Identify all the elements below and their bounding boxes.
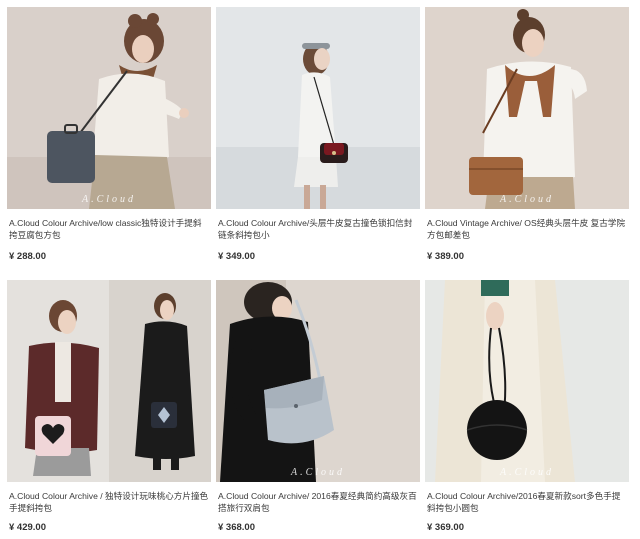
product-card[interactable]: A.Cloud A.Cloud Colour Archive/ 2016春夏经典…	[216, 280, 420, 539]
product-price: ¥ 389.00	[427, 251, 464, 262]
product-card[interactable]: A.Cloud A.Cloud Vintage Archive/ OS经典头层牛…	[425, 7, 629, 267]
product-price: ¥ 288.00	[9, 251, 46, 262]
product-title[interactable]: A.Cloud Colour Archive/2016春夏新款sort多色手提斜…	[427, 490, 627, 514]
product-price: ¥ 429.00	[9, 522, 46, 533]
watermark: A.Cloud	[81, 194, 137, 205]
product-title[interactable]: A.Cloud Colour Archive / 独特设计玩味桃心方片撞色手提斜…	[9, 490, 209, 514]
product-photo[interactable]: A.Cloud	[216, 280, 420, 482]
product-photo[interactable]	[7, 280, 211, 482]
product-photo[interactable]	[216, 7, 420, 209]
product-price: ¥ 349.00	[218, 251, 255, 262]
product-title[interactable]: A.Cloud Vintage Archive/ OS经典头层牛皮 复古学院方包…	[427, 217, 627, 241]
product-grid: A.Cloud A.Cloud Colour Archive/low class…	[0, 0, 640, 539]
product-card[interactable]: A.Cloud Colour Archive / 独特设计玩味桃心方片撞色手提斜…	[7, 280, 211, 539]
product-card[interactable]: A.Cloud Colour Archive/头层牛皮复古撞色锁扣信封链条斜挎包…	[216, 7, 420, 267]
product-photo[interactable]: A.Cloud	[425, 7, 629, 209]
product-card[interactable]: A.Cloud A.Cloud Colour Archive/low class…	[7, 7, 211, 267]
product-title[interactable]: A.Cloud Colour Archive/ 2016春夏经典简约高级灰百搭旅…	[218, 490, 418, 514]
watermark: A.Cloud	[499, 467, 555, 478]
product-card[interactable]: A.Cloud A.Cloud Colour Archive/2016春夏新款s…	[425, 280, 629, 539]
product-title[interactable]: A.Cloud Colour Archive/low classic独特设计手提…	[9, 217, 209, 241]
watermark: A.Cloud	[499, 194, 555, 205]
watermark: A.Cloud	[290, 467, 346, 478]
product-photo[interactable]: A.Cloud	[425, 280, 629, 482]
product-title[interactable]: A.Cloud Colour Archive/头层牛皮复古撞色锁扣信封链条斜挎包…	[218, 217, 418, 241]
product-photo[interactable]: A.Cloud	[7, 7, 211, 209]
product-price: ¥ 368.00	[218, 522, 255, 533]
product-price: ¥ 369.00	[427, 522, 464, 533]
